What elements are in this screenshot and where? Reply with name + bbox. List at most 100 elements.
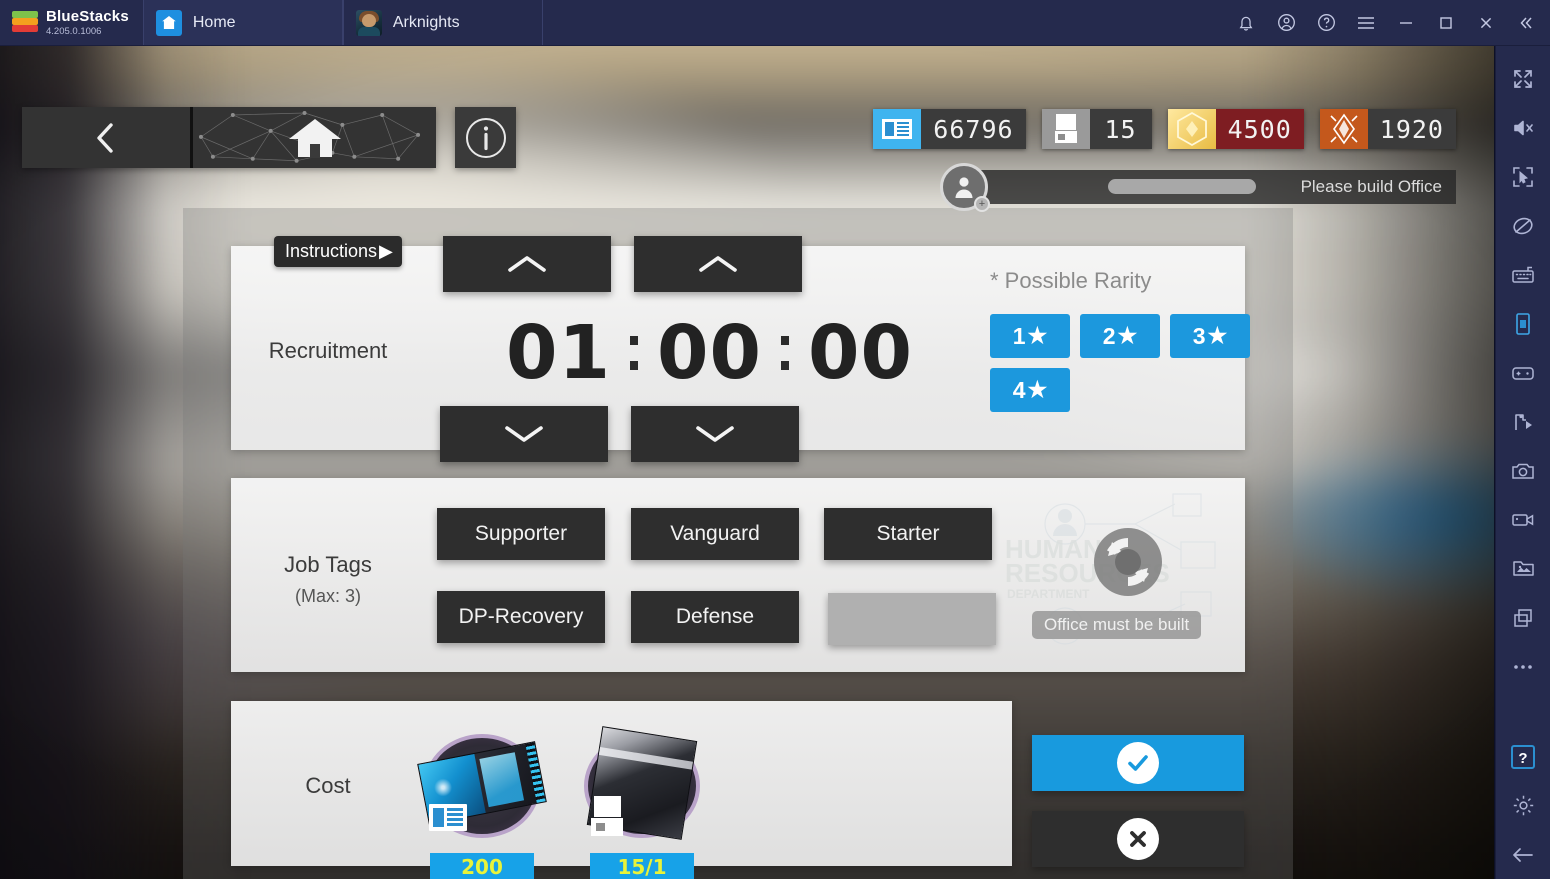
resource-originium-value: 4500	[1215, 109, 1304, 149]
rarity-1-num: 1	[1012, 322, 1026, 349]
keyboard-controls-icon[interactable]	[1501, 250, 1545, 299]
collapse-icon[interactable]	[1506, 0, 1546, 46]
timer-colon-1	[617, 336, 651, 370]
minutes-decrement-button[interactable]	[631, 406, 799, 462]
instructions-label: Instructions	[285, 241, 378, 261]
menu-icon[interactable]	[1346, 0, 1386, 46]
brand-name: BlueStacks	[46, 7, 129, 25]
job-tag-label: Vanguard	[670, 522, 760, 545]
info-button[interactable]	[455, 107, 516, 168]
job-tag-label: DP-Recovery	[458, 605, 584, 628]
star-icon: ★	[1027, 377, 1048, 402]
star-icon: ★	[1207, 323, 1228, 348]
timer-seconds: 00	[807, 310, 913, 396]
tab-home-label: Home	[192, 13, 236, 31]
multi-instance-icon[interactable]	[1501, 593, 1545, 642]
resource-permit-value: 66796	[921, 109, 1026, 149]
home-button[interactable]	[193, 107, 436, 168]
gamepad-icon[interactable]	[1501, 348, 1545, 397]
permit-icon	[873, 109, 922, 149]
job-tag-starter[interactable]: Starter	[824, 508, 992, 560]
job-tags-label: Job Tags	[284, 552, 372, 577]
tab-arknights-label: Arknights	[392, 13, 460, 31]
fullscreen-icon[interactable]	[1501, 54, 1545, 103]
resource-expedited-plan[interactable]: 15	[1041, 109, 1152, 149]
cost-permit-value: 200	[461, 855, 503, 879]
screen-root: BlueStacks 4.205.0.1006 Home Arknights 6…	[0, 0, 1550, 879]
orundum-icon	[1319, 109, 1368, 149]
maximize-icon[interactable]	[1426, 0, 1466, 46]
back-icon[interactable]	[1501, 830, 1545, 879]
check-circle-icon	[1117, 742, 1159, 784]
timer-colon-2	[768, 336, 802, 370]
tab-home[interactable]: Home	[142, 0, 343, 45]
refresh-tags-button[interactable]	[1090, 524, 1166, 600]
confirm-button[interactable]	[1032, 735, 1244, 791]
ad-block-icon[interactable]	[1501, 201, 1545, 250]
help-icon[interactable]	[1306, 0, 1346, 46]
timer-hours: 01	[506, 310, 611, 396]
job-tag-label: Defense	[675, 605, 755, 628]
cost-plan-value: 15/1	[617, 855, 667, 879]
svg-text:?: ?	[1518, 750, 1527, 767]
rarity-option-2[interactable]: 2 ★	[1080, 314, 1160, 358]
titlebar-spacer	[543, 0, 1226, 45]
play-arrow-icon: ▶	[379, 241, 393, 261]
media-manager-icon[interactable]	[1501, 544, 1545, 593]
resource-plan-value: 15	[1089, 109, 1152, 149]
rarity-4-num: 4	[1012, 376, 1026, 403]
plan-icon	[1041, 109, 1090, 149]
assistant-progress-fill	[1108, 179, 1256, 194]
resource-originium-prime[interactable]: 4500	[1167, 109, 1304, 149]
rarity-option-3[interactable]: 3 ★	[1170, 314, 1250, 358]
rarity-options: 1 ★ 2 ★ 3 ★ 4 ★	[990, 314, 1252, 412]
resource-recruitment-permit[interactable]: 66796	[873, 109, 1026, 149]
home-icon	[155, 9, 182, 36]
cost-item-permit: 200	[417, 728, 547, 879]
more-options-icon[interactable]	[1501, 642, 1545, 691]
resource-bar: 66796 15 4500 1920	[873, 109, 1456, 149]
brand-version: 4.205.0.1006	[46, 25, 102, 37]
bluestacks-titlebar: BlueStacks 4.205.0.1006 Home Arknights	[0, 0, 1550, 46]
macro-recorder-icon[interactable]	[1501, 397, 1545, 446]
cost-label: Cost	[305, 773, 351, 798]
hours-decrement-button[interactable]	[440, 406, 608, 462]
assistant-message-bar: Please build Office	[966, 170, 1456, 204]
rotate-portrait-icon[interactable]	[1501, 299, 1545, 348]
originium-icon	[1167, 109, 1216, 149]
game-viewport: 66796 15 4500 1920 Please build Office +…	[0, 46, 1494, 879]
video-record-icon[interactable]	[1501, 495, 1545, 544]
minutes-increment-button[interactable]	[634, 236, 802, 292]
rarity-option-1[interactable]: 1 ★	[990, 314, 1070, 358]
cost-permit-badge: 200	[430, 853, 534, 879]
tab-arknights[interactable]: Arknights	[342, 0, 543, 45]
cancel-button[interactable]	[1032, 811, 1244, 867]
minimize-icon[interactable]	[1386, 0, 1426, 46]
job-tag-supporter[interactable]: Supporter	[437, 508, 605, 560]
notifications-icon[interactable]	[1226, 0, 1266, 46]
plan-icon	[591, 796, 623, 836]
job-tag-empty-slot[interactable]	[828, 593, 996, 645]
settings-icon[interactable]	[1501, 781, 1545, 830]
refresh-tooltip-label: Office must be built	[1044, 615, 1190, 634]
star-icon: ★	[1117, 323, 1138, 348]
plus-icon[interactable]: +	[974, 196, 990, 212]
cursor-select-icon[interactable]	[1501, 152, 1545, 201]
account-icon[interactable]	[1266, 0, 1306, 46]
job-tag-defense[interactable]: Defense	[631, 591, 799, 643]
mute-icon[interactable]	[1501, 103, 1545, 152]
help-icon[interactable]: ?	[1501, 732, 1545, 781]
rarity-2-num: 2	[1102, 322, 1116, 349]
close-icon[interactable]	[1466, 0, 1506, 46]
back-button[interactable]	[22, 107, 190, 168]
refresh-icon	[1094, 528, 1162, 596]
hours-increment-button[interactable]	[443, 236, 611, 292]
titlebar-controls	[1226, 0, 1550, 45]
job-tag-dp-recovery[interactable]: DP-Recovery	[437, 591, 605, 643]
instructions-button[interactable]: Instructions ▶	[274, 236, 402, 267]
job-tag-vanguard[interactable]: Vanguard	[631, 508, 799, 560]
assistant-strip[interactable]: Please build Office +	[940, 163, 1456, 212]
resource-orundum[interactable]: 1920	[1319, 109, 1456, 149]
rarity-option-4[interactable]: 4 ★	[990, 368, 1070, 412]
screenshot-icon[interactable]	[1501, 446, 1545, 495]
